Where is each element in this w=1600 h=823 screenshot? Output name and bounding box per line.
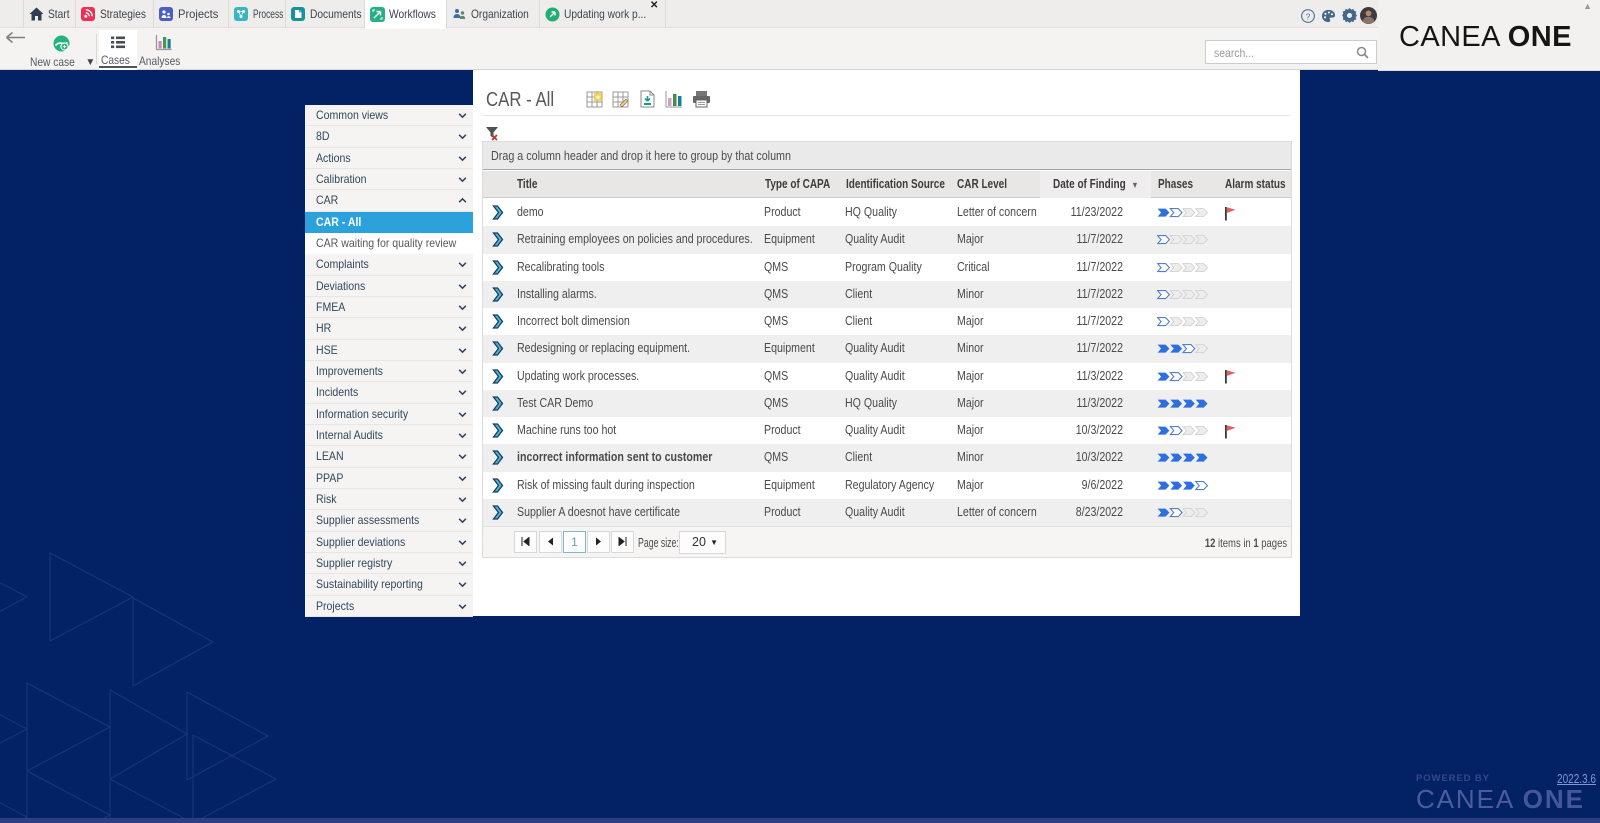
svg-text:?: ? xyxy=(1306,11,1311,21)
